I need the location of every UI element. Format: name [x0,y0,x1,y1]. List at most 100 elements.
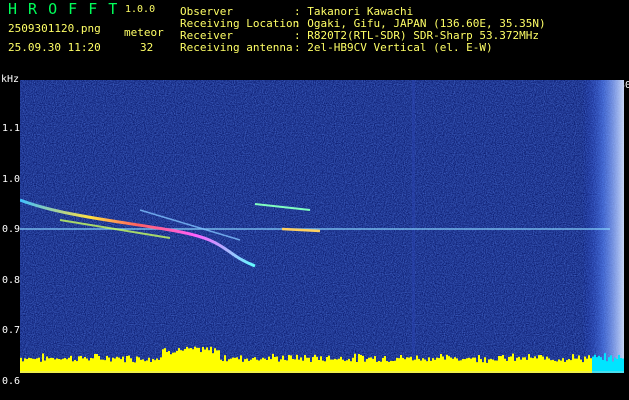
level-bar [606,361,608,373]
level-bar [430,360,432,373]
level-bar [314,354,316,373]
level-bar [330,359,332,373]
level-bar [370,357,372,373]
level-bar [224,355,226,373]
level-bar [456,358,458,373]
level-bar [186,346,188,373]
level-bar [460,360,462,373]
level-bar [386,361,388,373]
level-bar [128,355,130,373]
level-bar [580,359,582,373]
level-bar [88,360,90,373]
level-bar [586,358,588,373]
level-bar [274,356,276,373]
level-bar [196,347,198,373]
level-bar [176,350,178,373]
level-bar [466,358,468,373]
level-bar [320,356,322,373]
level-bar [438,358,440,373]
level-bar [564,361,566,373]
level-bar [552,359,554,373]
level-bar [174,352,176,373]
level-bar [498,355,500,373]
level-bar [480,359,482,373]
level-bar [512,353,514,373]
level-bar [50,357,52,373]
level-bar [210,346,212,373]
antenna-label: Receiving antenna [180,41,293,54]
level-bar [84,357,86,373]
level-bar [530,357,532,373]
level-bar [256,359,258,373]
level-bar [612,361,614,373]
level-bar [300,357,302,373]
level-bar [80,355,82,373]
level-bar [522,357,524,373]
level-bar [102,359,104,373]
observer-value: : Takanori Kawachi [294,5,414,18]
level-bar [218,350,220,373]
level-bar [282,355,284,373]
level-bar [144,361,146,373]
level-bar [52,358,54,373]
level-bar [574,358,576,373]
level-bar [140,359,142,373]
level-bar [424,359,426,373]
level-bar [260,359,262,373]
level-bar [610,355,612,373]
level-bar [420,360,422,373]
app-version: 1.0.0 [125,4,156,15]
level-bar [146,360,148,373]
y-unit-label: kHz [1,74,20,85]
location-label: Receiving Location [180,17,300,30]
level-bar [310,361,312,373]
level-bar [156,358,158,373]
y-tick-1-1: 1.1 [2,123,21,134]
level-bar [462,358,464,373]
level-bar [484,357,486,373]
level-bar [64,358,66,373]
level-bar [526,359,528,373]
level-bar [458,360,460,373]
level-bar [148,357,150,373]
level-bar [278,361,280,373]
app-name: H R O F F T [8,0,119,18]
level-bar [536,358,538,373]
level-bar [246,358,248,373]
level-bar [118,357,120,373]
level-bar [154,360,156,373]
level-bar [86,358,88,373]
receiver-value: : R820T2(RTL-SDR) SDR-Sharp 53.372MHz [294,29,540,42]
level-bar [332,359,334,373]
level-bar [608,357,610,373]
vertical-noise-stripe [412,80,415,373]
level-bar [170,354,172,373]
level-bar [384,356,386,373]
level-bar [398,358,400,373]
meteor-label: meteor [124,26,164,39]
level-bar [258,360,260,373]
level-bar [516,357,518,373]
level-bar [544,359,546,373]
level-bar [454,357,456,373]
level-bar [184,349,186,373]
level-bar [502,355,504,373]
level-bar [572,354,574,373]
level-bar [470,358,472,373]
level-bar [204,349,206,373]
location-value: : Ogaki, Gifu, JAPAN (136.60E, 35.35N) [294,17,546,30]
level-bar [306,357,308,373]
level-bar [518,356,520,373]
level-bar [442,356,444,373]
level-bar [228,359,230,373]
level-bar [382,357,384,373]
level-bar [248,360,250,373]
level-bar [312,357,314,373]
level-bar [192,349,194,373]
level-bar [62,358,64,373]
level-bar [618,354,620,373]
level-bar [570,360,572,373]
level-bar [504,358,506,373]
level-bar [450,357,452,373]
level-bar [548,358,550,373]
